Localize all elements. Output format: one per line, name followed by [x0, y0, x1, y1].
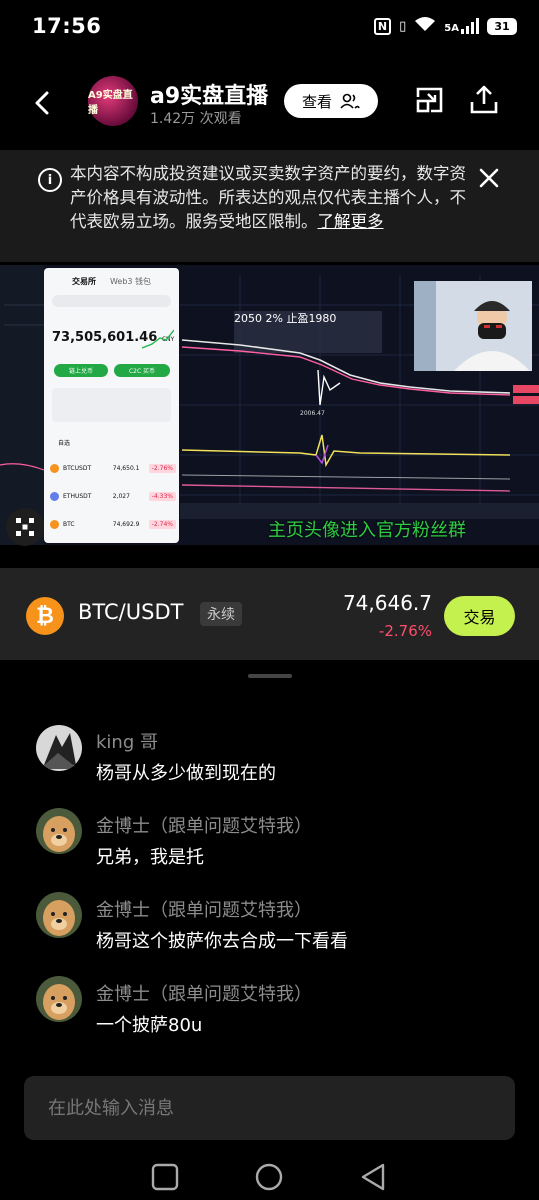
channel-avatar[interactable]: A9实盘直播	[88, 76, 138, 126]
phone-sparkline	[142, 329, 174, 349]
user-avatar-dog	[36, 976, 82, 1022]
view-button-label: 查看	[301, 92, 332, 111]
viewer-count: 1.42万 次观看	[150, 111, 242, 127]
nfc-icon: N	[373, 17, 392, 35]
chat-message: 兄弟，我是托	[96, 847, 204, 868]
btc-coin-icon	[50, 519, 59, 529]
phone-row: ETHUSDT 2,027 -4.33%	[50, 482, 176, 510]
phone-market-list: BTCUSDT 74,650.1 -2.76% ETHUSDT 2,027 -4…	[50, 454, 176, 538]
wifi-icon	[414, 16, 436, 36]
screen-share-phone: 交易所 Web3 钱包 73,505,601.46 CNY 链上兑币 C2C 买…	[44, 268, 179, 543]
signal-icon: 5A	[444, 18, 479, 34]
network-type: 5A	[444, 23, 459, 34]
bitcoin-icon: ₿	[26, 597, 64, 635]
view-button[interactable]: 查看	[284, 84, 378, 118]
phone-search-bar	[52, 295, 171, 307]
back-arrow-icon[interactable]	[28, 88, 58, 118]
user-avatar-dog	[36, 892, 82, 938]
row-price: 74,692.9	[112, 520, 140, 528]
disclaimer-text: 本内容不构成投资建议或买卖数字资产的要约，数字资产价格具有波动性。所表达的观点仅…	[70, 162, 470, 234]
back-nav-icon[interactable]	[356, 1160, 390, 1194]
streamer-figure	[414, 281, 532, 371]
app-tab-exchange: 交易所	[71, 277, 96, 286]
row-symbol: ETHUSDT	[63, 492, 92, 500]
btc-coin-icon	[50, 463, 59, 473]
chat-message: 杨哥这个披萨你去合成一下看看	[96, 931, 348, 952]
phone-row: BTCUSDT 74,650.1 -2.76%	[50, 454, 176, 482]
row-price: 74,650.1	[112, 464, 140, 472]
chat-username: king 哥	[96, 732, 158, 753]
row-symbol: BTC	[63, 520, 75, 528]
user-avatar-dog	[36, 808, 82, 854]
scan-button[interactable]	[6, 508, 44, 546]
row-symbol: BTCUSDT	[63, 464, 92, 472]
ticker-change: -2.76%	[378, 622, 432, 640]
phone-onchain-button: 链上兑币	[54, 364, 108, 377]
chart-annotation: 2050 2% 止盈1980	[234, 312, 337, 325]
recent-apps-icon[interactable]	[148, 1160, 182, 1194]
chat-avatar[interactable]	[36, 892, 82, 938]
message-input[interactable]	[24, 1076, 515, 1140]
qr-scan-icon	[16, 518, 34, 536]
avatar-label: A9实盘直播	[88, 90, 133, 116]
chat-message: 一个披萨80u	[96, 1015, 203, 1036]
row-change: -2.74%	[148, 519, 176, 529]
home-icon[interactable]	[252, 1160, 286, 1194]
video-overlay-text: 主页头像进入官方粉丝群	[268, 520, 466, 541]
battery-icon: 31	[487, 17, 517, 35]
drag-handle[interactable]	[248, 674, 292, 678]
chat-avatar[interactable]	[36, 808, 82, 854]
perpetual-tag: 永续	[200, 602, 242, 626]
chat-message: 杨哥从多少做到现在的	[96, 763, 276, 784]
chat-avatar[interactable]	[36, 976, 82, 1022]
vibrate-icon: ▯	[399, 18, 407, 34]
learn-more-link[interactable]: 了解更多	[318, 212, 384, 231]
status-icons: N ▯ 5A 31	[373, 16, 517, 36]
eth-coin-icon	[50, 491, 59, 501]
row-change: -4.33%	[148, 491, 176, 501]
disclaimer-body: 本内容不构成投资建议或买卖数字资产的要约，数字资产价格具有波动性。所表达的观点仅…	[70, 164, 466, 231]
status-time: 17:56	[32, 14, 102, 38]
info-icon: i	[38, 168, 62, 192]
phone-promo-card	[52, 388, 171, 422]
channel-name[interactable]: a9实盘直播	[150, 78, 268, 110]
chat-username: 金博士（跟单问题艾特我）	[96, 816, 312, 837]
user-avatar-dark	[36, 725, 82, 771]
users-icon	[340, 93, 360, 109]
row-change: -2.76%	[148, 463, 176, 473]
chat-avatar[interactable]	[36, 725, 82, 771]
chat-username: 金博士（跟单问题艾特我）	[96, 984, 312, 1005]
streamer-camera	[414, 281, 532, 371]
phone-c2c-button: C2C 买币	[114, 364, 170, 377]
phone-row: BTC 74,692.9 -2.74%	[50, 510, 176, 538]
ticker-pair: BTC/USDT	[78, 600, 184, 624]
share-icon[interactable]	[468, 84, 500, 116]
chart-low-label: 2006.47	[300, 410, 325, 417]
app-tab-wallet: Web3 钱包	[109, 277, 152, 286]
picture-in-picture-icon[interactable]	[414, 84, 446, 116]
trade-button[interactable]: 交易	[444, 596, 515, 636]
chat-username: 金博士（跟单问题艾特我）	[96, 900, 312, 921]
row-price: 2,027	[112, 492, 130, 500]
phone-list-tab: 自选	[58, 440, 71, 447]
close-icon[interactable]	[477, 166, 501, 190]
ticker-price: 74,646.7	[342, 591, 432, 615]
